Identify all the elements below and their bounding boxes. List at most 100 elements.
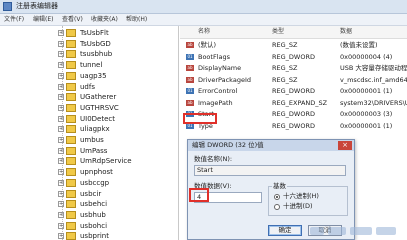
value-data: USB 大容量存储驱动程序 <box>340 64 407 72</box>
expand-icon[interactable]: + <box>58 158 64 165</box>
expand-icon[interactable]: + <box>58 72 64 79</box>
expand-string-icon: ab <box>186 99 194 106</box>
value-name: DriverPackageId <box>198 75 251 84</box>
expand-icon[interactable]: + <box>58 190 64 197</box>
value-data: 0x00000001 (1) <box>340 87 393 95</box>
folder-icon <box>66 210 76 219</box>
dword-value-icon: 01 <box>186 53 194 60</box>
string-value-icon: ab <box>186 76 194 83</box>
decimal-radio[interactable] <box>274 204 280 210</box>
value-name: ImagePath <box>198 98 233 107</box>
ok-button[interactable]: 确定 <box>268 225 302 236</box>
value-row[interactable]: ab DriverPackageId REG_SZ v_mscdsc.inf_amd6… <box>180 75 407 85</box>
folder-icon <box>66 125 76 134</box>
value-row[interactable]: 01 BootFlags REG_DWORD 0x00000004 (4) <box>180 52 407 62</box>
menu-file[interactable]: 文件(F) <box>4 14 24 25</box>
folder-icon <box>66 146 76 155</box>
folder-icon <box>66 82 76 91</box>
menu-bar: 文件(F) 编辑(E) 查看(V) 收藏夹(A) 帮助(H) <box>0 14 407 26</box>
folder-icon <box>66 29 76 37</box>
folder-icon <box>66 39 76 48</box>
header-data[interactable]: 数据 <box>340 26 352 38</box>
dword-value-icon: 01 <box>186 88 194 94</box>
expand-icon[interactable]: + <box>58 83 64 90</box>
value-type: REG_DWORD <box>272 121 315 130</box>
expand-icon[interactable]: + <box>58 51 64 58</box>
value-data: 0x00000004 (4) <box>340 52 393 61</box>
dialog-title: 编辑 DWORD (32 位)值 <box>192 141 264 149</box>
menu-view[interactable]: 查看(V) <box>62 14 83 25</box>
value-row[interactable]: ab (默认) REG_SZ (数值未设置) <box>180 40 407 50</box>
expand-icon[interactable]: + <box>58 30 64 36</box>
watermark-logo <box>310 227 396 235</box>
expand-icon[interactable]: + <box>58 201 64 208</box>
menu-favorites[interactable]: 收藏夹(A) <box>91 14 118 25</box>
dialog-title-bar: 编辑 DWORD (32 位)值 × <box>188 140 354 151</box>
expand-icon[interactable]: + <box>58 94 64 101</box>
header-type[interactable]: 类型 <box>272 26 284 38</box>
value-name: BootFlags <box>198 52 231 61</box>
folder-icon <box>66 178 76 187</box>
value-data-highlight-box <box>189 188 209 202</box>
expand-icon[interactable]: + <box>58 222 64 229</box>
expand-icon[interactable]: + <box>58 62 64 69</box>
value-name: DisplayName <box>198 64 242 72</box>
header-name[interactable]: 名称 <box>198 26 210 38</box>
start-highlight-box <box>183 113 217 124</box>
folder-icon <box>66 168 76 177</box>
folder-icon <box>66 221 76 230</box>
values-header: 名称 类型 数据 <box>180 26 407 39</box>
expand-icon[interactable]: + <box>58 104 64 111</box>
value-type: REG_SZ <box>272 75 298 84</box>
expand-icon[interactable]: + <box>58 211 64 218</box>
folder-icon <box>66 50 76 59</box>
folder-icon <box>66 232 76 240</box>
expand-icon[interactable]: + <box>58 169 64 176</box>
value-type: REG_DWORD <box>272 110 315 118</box>
folder-icon <box>66 114 76 123</box>
hex-label: 十六进制(H) <box>283 192 319 200</box>
title-bar: 注册表编辑器 <box>0 0 407 14</box>
value-data: v_mscdsc.inf_amd64_neutra <box>340 75 407 84</box>
expand-icon[interactable]: + <box>58 115 64 122</box>
decimal-label: 十进制(D) <box>283 202 313 210</box>
value-type: REG_DWORD <box>272 87 315 95</box>
menu-edit[interactable]: 编辑(E) <box>33 14 53 25</box>
registry-tree-pane[interactable]: + TsUsbFlt + TsUsbGD + tsusbhub + tunnel + uagp35… <box>0 26 179 240</box>
window-title: 注册表编辑器 <box>16 2 58 10</box>
value-data: 0x00000003 (3) <box>340 110 393 118</box>
value-name: ErrorControl <box>198 87 238 95</box>
folder-icon <box>66 93 76 102</box>
value-row[interactable]: ab DisplayName REG_SZ USB 大容量存储驱动程序 <box>180 63 407 73</box>
value-row[interactable]: ab ImagePath REG_EXPAND_SZ system32\DRIVERS… <box>180 98 407 108</box>
folder-icon <box>66 200 76 209</box>
registry-editor-icon <box>3 2 12 11</box>
expand-icon[interactable]: + <box>58 40 64 47</box>
expand-icon[interactable]: + <box>58 126 64 133</box>
folder-icon <box>66 136 76 144</box>
value-data: 0x00000001 (1) <box>340 121 393 130</box>
folder-icon <box>66 103 76 112</box>
hex-radio[interactable] <box>274 194 280 200</box>
folder-icon <box>66 71 76 80</box>
close-icon[interactable]: × <box>338 141 352 150</box>
string-value-icon: ab <box>186 65 194 71</box>
value-type: REG_SZ <box>272 41 298 49</box>
folder-icon <box>66 61 76 70</box>
expand-icon[interactable]: + <box>58 179 64 186</box>
value-name-field: Start <box>194 165 346 176</box>
menu-help[interactable]: 帮助(H) <box>126 14 147 25</box>
value-row[interactable]: 01 ErrorControl REG_DWORD 0x00000001 (1) <box>180 86 407 96</box>
value-data: system32\DRIVERS\USBST <box>340 98 407 107</box>
tree-item[interactable]: + usbprint <box>0 230 178 240</box>
value-name: (默认) <box>198 41 217 49</box>
expand-icon[interactable]: + <box>58 147 64 154</box>
value-type: REG_DWORD <box>272 52 315 61</box>
string-value-icon: ab <box>186 42 194 48</box>
base-label: 基数 <box>272 182 287 191</box>
expand-icon[interactable]: + <box>58 233 64 240</box>
value-type: REG_EXPAND_SZ <box>272 98 328 107</box>
value-data: (数值未设置) <box>340 41 378 49</box>
expand-icon[interactable]: + <box>58 137 64 143</box>
value-name-label: 数值名称(N): <box>194 155 233 163</box>
